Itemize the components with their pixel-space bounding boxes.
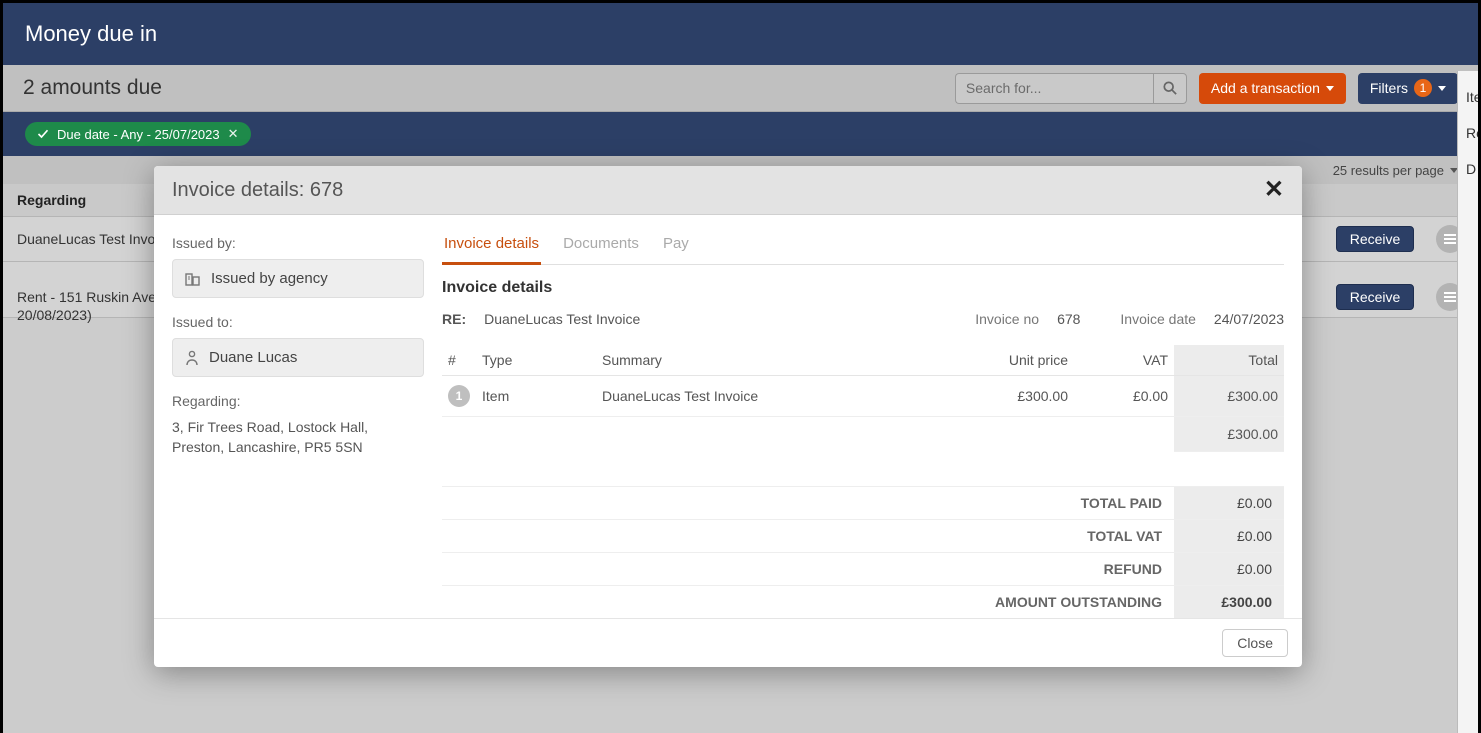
- subtotal-value: £300.00: [1174, 417, 1284, 452]
- amounts-due-count: 2 amounts due: [23, 76, 955, 100]
- modal-body: Issued by: Issued by agency Issued to: D…: [154, 215, 1302, 618]
- issued-by-value: Issued by agency: [211, 270, 328, 287]
- regarding-label: Regarding:: [172, 393, 424, 409]
- caret-down-icon: [1326, 86, 1334, 91]
- side-panel-line: D: [1466, 161, 1470, 177]
- modal-title: Invoice details: 678: [172, 179, 343, 202]
- modal-close-button[interactable]: ✕: [1264, 178, 1284, 202]
- invoice-no-label: Invoice no: [975, 311, 1039, 327]
- search-button[interactable]: [1153, 73, 1187, 104]
- hamburger-icon: [1444, 234, 1456, 244]
- active-filters-bar: Due date - Any - 25/07/2023 ✕: [3, 112, 1478, 156]
- filters-label: Filters: [1370, 80, 1408, 96]
- cell-summary: DuaneLucas Test Invoice: [596, 376, 954, 417]
- invoice-lines-table: # Type Summary Unit price VAT Total 1 It…: [442, 345, 1284, 452]
- section-title: Invoice details: [442, 279, 1284, 297]
- results-per-page-label: 25 results per page: [1333, 163, 1444, 178]
- table-header-row: # Type Summary Unit price VAT Total: [442, 345, 1284, 376]
- tab-documents[interactable]: Documents: [561, 231, 641, 265]
- modal-footer: Close: [154, 618, 1302, 667]
- subheader: 2 amounts due Add a transaction Filters …: [3, 65, 1478, 112]
- re-label: RE:: [442, 311, 466, 327]
- invoice-date-label: Invoice date: [1120, 311, 1196, 327]
- receive-button[interactable]: Receive: [1336, 226, 1414, 252]
- col-hash: #: [442, 345, 476, 376]
- subtotal-row: £300.00: [442, 417, 1284, 452]
- re-value: DuaneLucas Test Invoice: [484, 311, 640, 327]
- filters-button[interactable]: Filters 1: [1358, 73, 1458, 104]
- filters-count-badge: 1: [1414, 79, 1432, 97]
- modal-header: Invoice details: 678 ✕: [154, 166, 1302, 215]
- topbar: Money due in: [3, 3, 1478, 65]
- add-transaction-label: Add a transaction: [1211, 80, 1320, 96]
- hamburger-icon: [1444, 292, 1456, 302]
- agency-icon: [185, 271, 201, 287]
- search-input[interactable]: [955, 73, 1153, 104]
- total-line: AMOUNT OUTSTANDING £300.00: [442, 585, 1284, 618]
- row-number-badge: 1: [448, 385, 470, 407]
- total-value: £0.00: [1174, 553, 1284, 585]
- invoice-no-value: 678: [1057, 311, 1080, 327]
- table-row: 1 Item DuaneLucas Test Invoice £300.00 £…: [442, 376, 1284, 417]
- total-label: REFUND: [442, 553, 1174, 585]
- col-total: Total: [1174, 345, 1284, 376]
- search-group: [955, 73, 1187, 104]
- totals-block: TOTAL PAID £0.00 TOTAL VAT £0.00 REFUND …: [442, 486, 1284, 618]
- tab-pay[interactable]: Pay: [661, 231, 691, 265]
- total-line: REFUND £0.00: [442, 552, 1284, 585]
- invoice-date-value: 24/07/2023: [1214, 311, 1284, 327]
- issued-to-label: Issued to:: [172, 314, 424, 330]
- side-panel-line: Re: [1466, 125, 1470, 141]
- total-value: £300.00: [1174, 586, 1284, 618]
- modal-main: Invoice details Documents Pay Invoice de…: [442, 231, 1284, 618]
- close-button[interactable]: Close: [1222, 629, 1288, 657]
- side-panel: Ite Re D: [1457, 71, 1478, 733]
- total-line: TOTAL PAID £0.00: [442, 486, 1284, 519]
- total-label: TOTAL PAID: [442, 487, 1174, 519]
- issued-to-box[interactable]: Duane Lucas: [172, 338, 424, 377]
- total-value: £0.00: [1174, 520, 1284, 552]
- total-line: TOTAL VAT £0.00: [442, 519, 1284, 552]
- add-transaction-button[interactable]: Add a transaction: [1199, 73, 1346, 104]
- remove-filter-icon[interactable]: ✕: [228, 126, 239, 142]
- side-panel-line: Ite: [1466, 89, 1470, 105]
- cell-unit-price: £300.00: [954, 376, 1074, 417]
- check-icon: [37, 128, 49, 140]
- cell-total: £300.00: [1174, 376, 1284, 417]
- cell-vat: £0.00: [1074, 376, 1174, 417]
- person-icon: [185, 350, 199, 366]
- col-vat: VAT: [1074, 345, 1174, 376]
- total-label: TOTAL VAT: [442, 520, 1174, 552]
- issued-to-value: Duane Lucas: [209, 349, 297, 366]
- col-unit-price: Unit price: [954, 345, 1074, 376]
- total-label: AMOUNT OUTSTANDING: [442, 586, 1174, 618]
- total-value: £0.00: [1174, 487, 1284, 519]
- page-title: Money due in: [25, 21, 157, 47]
- filter-chip-due-date[interactable]: Due date - Any - 25/07/2023 ✕: [25, 122, 251, 146]
- tab-invoice-details[interactable]: Invoice details: [442, 231, 541, 265]
- issued-by-label: Issued by:: [172, 235, 424, 251]
- caret-down-icon: [1438, 86, 1446, 91]
- modal-tabs: Invoice details Documents Pay: [442, 231, 1284, 265]
- col-summary: Summary: [596, 345, 954, 376]
- issued-by-box[interactable]: Issued by agency: [172, 259, 424, 298]
- receive-button[interactable]: Receive: [1336, 284, 1414, 310]
- filter-chip-label: Due date - Any - 25/07/2023: [57, 127, 220, 142]
- cell-type: Item: [476, 376, 596, 417]
- col-type: Type: [476, 345, 596, 376]
- regarding-address: 3, Fir Trees Road, Lostock Hall, Preston…: [172, 417, 424, 458]
- search-icon: [1163, 81, 1177, 95]
- modal-sidebar: Issued by: Issued by agency Issued to: D…: [172, 231, 442, 618]
- invoice-details-modal: Invoice details: 678 ✕ Issued by: Issued…: [154, 166, 1302, 667]
- invoice-meta: RE: DuaneLucas Test Invoice Invoice no 6…: [442, 311, 1284, 327]
